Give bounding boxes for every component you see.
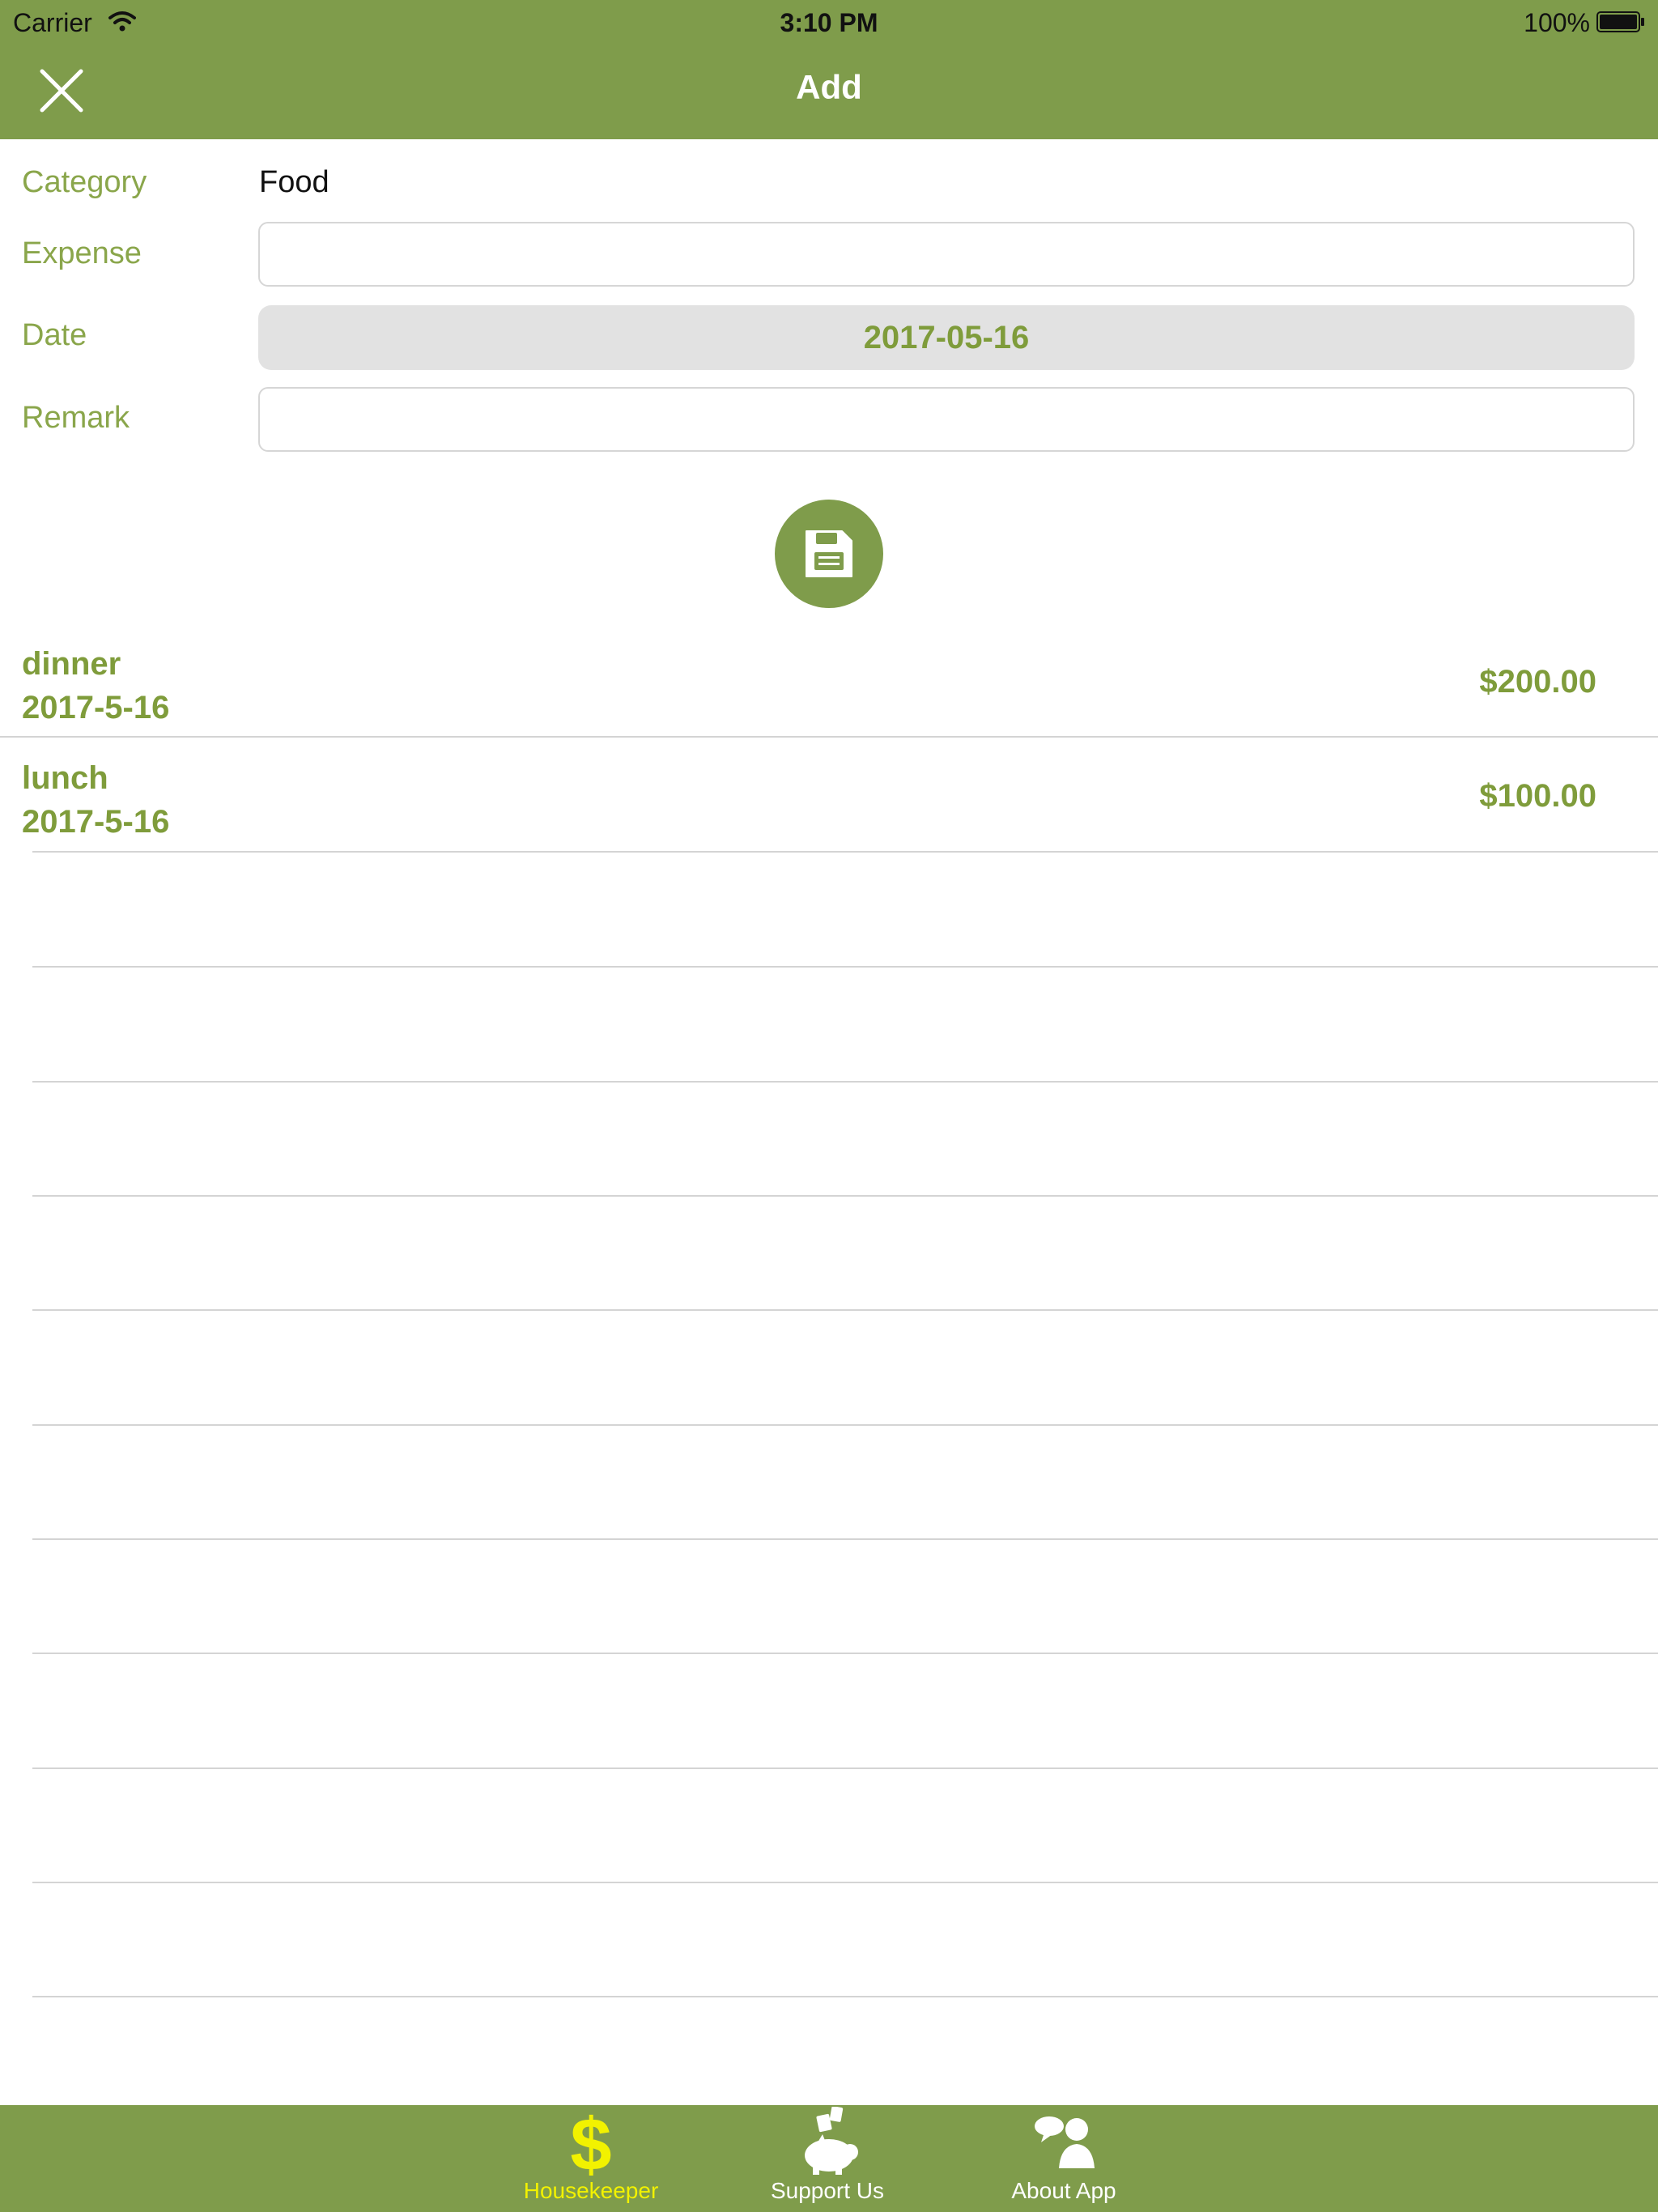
divider — [32, 1081, 1658, 1083]
divider — [32, 1309, 1658, 1311]
remark-label: Remark — [22, 401, 130, 435]
battery-icon — [1596, 11, 1644, 32]
divider — [32, 1424, 1658, 1426]
status-bar: Carrier 3:10 PM 100% — [0, 0, 1658, 45]
entry-date: 2017-5-16 — [22, 804, 170, 840]
divider — [32, 1882, 1658, 1883]
divider — [32, 1653, 1658, 1654]
category-label: Category — [22, 165, 147, 199]
divider — [32, 851, 1658, 853]
save-button[interactable] — [775, 500, 883, 608]
entry-amount: $100.00 — [1479, 778, 1596, 814]
tab-label: Housekeeper — [523, 2178, 659, 2203]
date-picker-button[interactable]: 2017-05-16 — [258, 305, 1635, 370]
entry-amount: $200.00 — [1479, 664, 1596, 700]
tab-about-app[interactable]: About App — [975, 2105, 1153, 2212]
navigation-bar: Carrier 3:10 PM 100% Add — [0, 0, 1658, 139]
divider — [32, 966, 1658, 968]
page-title: Add — [796, 68, 862, 106]
divider — [32, 1996, 1658, 1997]
remark-input[interactable] — [258, 387, 1635, 452]
svg-text:$: $ — [570, 2107, 611, 2176]
tab-label: Support Us — [770, 2178, 885, 2203]
chat-people-icon — [1035, 2116, 1095, 2168]
divider — [32, 1767, 1658, 1769]
tab-support-us[interactable]: Support Us — [738, 2105, 916, 2212]
battery-percent: 100% — [1524, 8, 1590, 37]
clock: 3:10 PM — [780, 8, 878, 37]
entry-name: lunch — [22, 760, 108, 796]
divider — [32, 1195, 1658, 1197]
entry-name: dinner — [22, 646, 121, 682]
expense-input[interactable] — [258, 222, 1635, 287]
entry-date: 2017-5-16 — [22, 690, 170, 725]
category-value[interactable]: Food — [259, 165, 329, 200]
date-label: Date — [22, 318, 87, 352]
expense-label: Expense — [22, 236, 142, 270]
tab-bar: $ Housekeeper Support Us About App — [0, 2105, 1658, 2212]
dollar-icon: $ — [570, 2107, 611, 2176]
tab-housekeeper[interactable]: $ Housekeeper — [502, 2105, 680, 2212]
piggy-bank-icon — [805, 2107, 858, 2175]
divider — [32, 1538, 1658, 1540]
floppy-disk-icon — [806, 530, 852, 577]
tab-label: About App — [1011, 2178, 1116, 2203]
divider — [0, 736, 1658, 738]
